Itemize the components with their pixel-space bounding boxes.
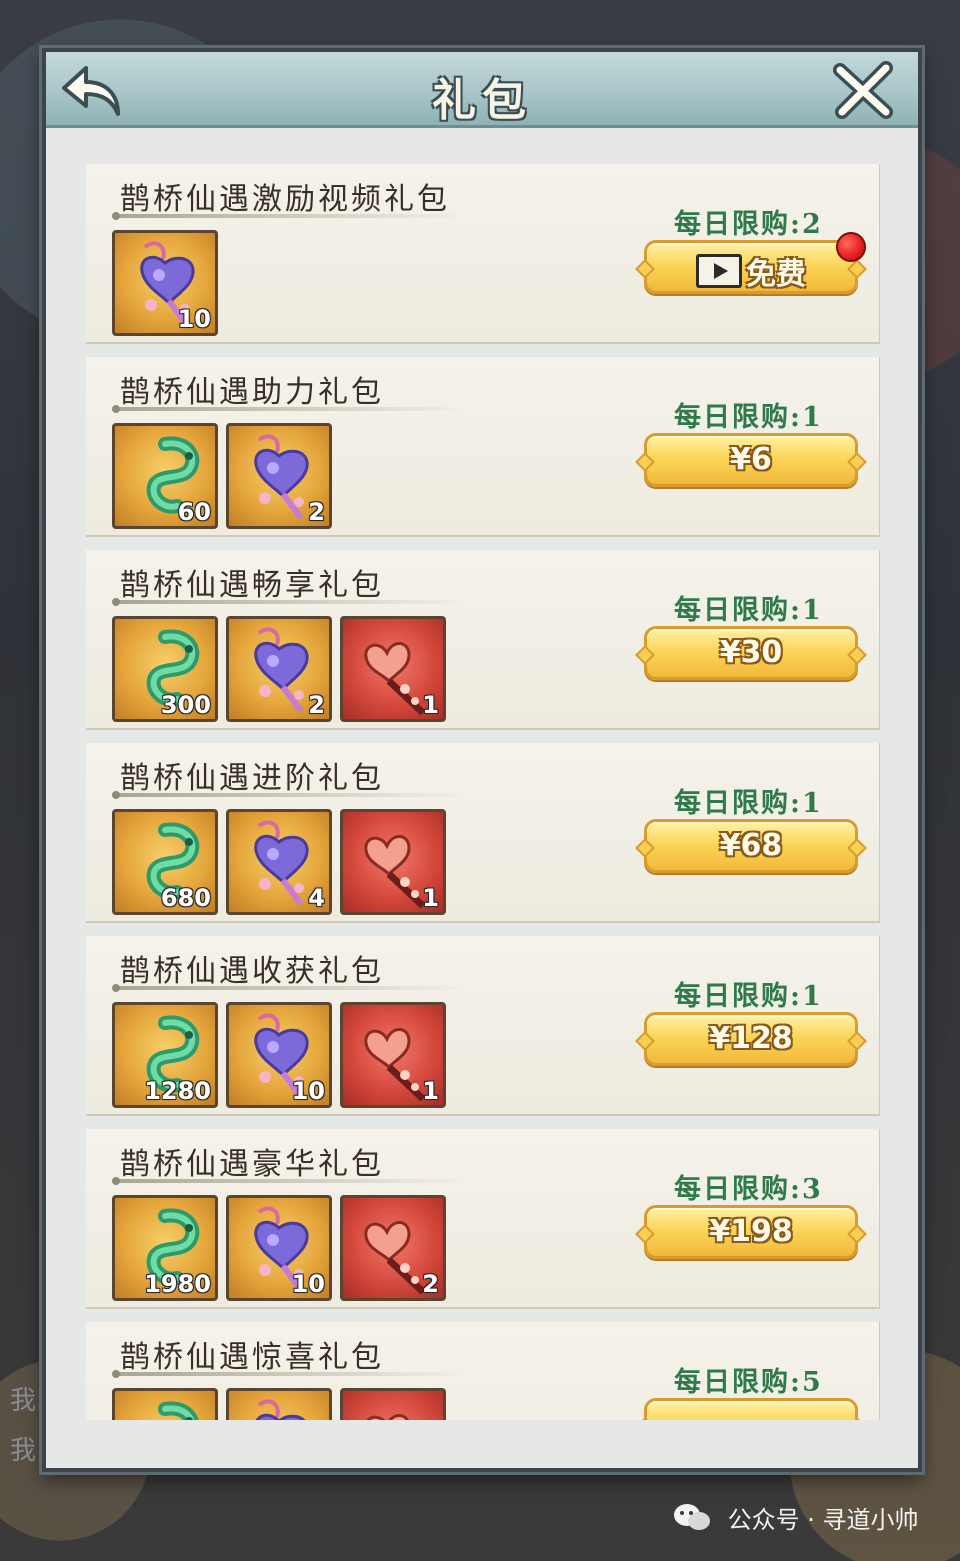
buy-button[interactable]: ¥68 [644, 819, 858, 873]
buy-button[interactable]: ¥30 [644, 626, 858, 680]
reward-item[interactable]: 60 [112, 423, 218, 529]
reward-item[interactable]: 10 [226, 1002, 332, 1108]
panel-header: 礼包 [46, 52, 918, 128]
reward-item[interactable]: 1 [340, 1002, 446, 1108]
free-claim-button[interactable]: 免费 [644, 240, 858, 294]
buy-button[interactable]: ¥128 [644, 1012, 858, 1066]
gift-pack-name: 鹊桥仙遇畅享礼包 [120, 568, 384, 603]
price-label: ¥128 [709, 1021, 793, 1056]
daily-limit: 每日限购:5 [674, 1367, 823, 1398]
gift-pack-card: 鹊桥仙遇收获礼包 1280 10 1 每日限购:1 ¥128 [86, 936, 880, 1114]
wechat-icon [674, 1503, 710, 1530]
reward-item[interactable]: 2 [226, 616, 332, 722]
daily-limit: 每日限购:1 [674, 981, 823, 1012]
gift-pack-card: 鹊桥仙遇豪华礼包 1980 10 2 每日限购:3 ¥198 [86, 1129, 880, 1307]
title-underline [112, 1370, 466, 1378]
reward-item[interactable]: 680 [112, 809, 218, 915]
daily-limit: 每日限购:1 [674, 788, 823, 819]
reward-count: 300 [160, 691, 211, 719]
gift-pack-card: 鹊桥仙遇惊喜礼包每日限购:5 [86, 1322, 880, 1420]
gift-pack-name: 鹊桥仙遇惊喜礼包 [120, 1340, 384, 1375]
reward-item[interactable]: 1 [340, 616, 446, 722]
reward-count: 2 [308, 498, 325, 526]
buy-button[interactable]: ¥6 [644, 433, 858, 487]
gift-pack-card: 鹊桥仙遇助力礼包 60 2 每日限购:1 ¥6 [86, 357, 880, 535]
free-label: 免费 [746, 257, 806, 292]
background-char: 我 [10, 1436, 37, 1466]
reward-count: 1 [422, 691, 439, 719]
reward-item[interactable] [340, 1388, 446, 1420]
buy-button[interactable] [644, 1398, 858, 1420]
reward-item[interactable]: 1980 [112, 1195, 218, 1301]
gift-pack-panel: 礼包 鹊桥仙遇激励视频礼包 10 每日限购:2 免费鹊桥仙遇助力礼包 60 2 每日限购:1… [42, 48, 922, 1472]
free-button-content: 免费 [647, 249, 855, 293]
gift-pack-card: 鹊桥仙遇畅享礼包 300 2 1 每日限购:1 ¥30 [86, 550, 880, 728]
gift-pack-name: 鹊桥仙遇豪华礼包 [120, 1147, 384, 1182]
reward-count: 10 [177, 305, 211, 333]
page-title: 礼包 [432, 75, 532, 126]
reward-count: 60 [177, 498, 211, 526]
gift-pack-list[interactable]: 鹊桥仙遇激励视频礼包 10 每日限购:2 免费 鹊桥仙遇助力礼包 60 2 每日限购:1 ¥6 鹊… [86, 164, 880, 1420]
buy-button[interactable]: ¥198 [644, 1205, 858, 1259]
reward-count: 1 [422, 884, 439, 912]
reward-count: 4 [308, 884, 325, 912]
daily-limit: 每日限购:1 [674, 595, 823, 626]
gift-pack-card: 鹊桥仙遇激励视频礼包 10 每日限购:2 免费 [86, 164, 880, 342]
title-underline [112, 212, 466, 220]
reward-count: 2 [422, 1270, 439, 1298]
reward-count: 1 [422, 1077, 439, 1105]
daily-limit: 每日限购:3 [674, 1174, 823, 1205]
reward-item[interactable] [226, 1388, 332, 1420]
daily-limit: 每日限购:2 [674, 209, 823, 240]
gift-pack-name: 鹊桥仙遇收获礼包 [120, 954, 384, 989]
heart-blossom-staff-icon [366, 1414, 409, 1420]
gift-pack-name: 鹊桥仙遇助力礼包 [120, 375, 384, 410]
close-button[interactable] [828, 60, 898, 122]
jade-dragon-icon [158, 1401, 199, 1420]
reward-count: 1980 [144, 1270, 211, 1298]
price-label: ¥198 [709, 1214, 793, 1249]
price-label: ¥6 [730, 442, 772, 477]
reward-count: 680 [160, 884, 211, 912]
reward-count: 1280 [144, 1077, 211, 1105]
reward-count: 10 [291, 1270, 325, 1298]
reward-count: 2 [308, 691, 325, 719]
title-underline [112, 1177, 466, 1185]
reward-item[interactable]: 1280 [112, 1002, 218, 1108]
background-char: 我 [10, 1386, 37, 1416]
notification-dot-icon [836, 232, 866, 262]
watermark-text: 公众号 · 寻道小帅 [727, 1506, 919, 1534]
reward-count: 10 [291, 1077, 325, 1105]
gift-pack-name: 鹊桥仙遇激励视频礼包 [120, 182, 450, 217]
daily-limit: 每日限购:1 [674, 402, 823, 433]
title-underline [112, 405, 466, 413]
gift-pack-name: 鹊桥仙遇进阶礼包 [120, 761, 384, 796]
gift-pack-card: 鹊桥仙遇进阶礼包 680 4 1 每日限购:1 ¥68 [86, 743, 880, 921]
title-underline [112, 791, 466, 799]
watermark: 公众号 · 寻道小帅 [672, 1500, 919, 1544]
reward-item[interactable]: 4 [226, 809, 332, 915]
reward-item[interactable]: 300 [112, 616, 218, 722]
reward-item[interactable]: 2 [340, 1195, 446, 1301]
price-label: ¥68 [719, 828, 783, 863]
title-underline [112, 984, 466, 992]
purple-heart-charm-icon [255, 1399, 306, 1420]
reward-item[interactable]: 10 [112, 230, 218, 336]
background-side-text: 我 我 [10, 1376, 40, 1476]
close-x-icon [833, 61, 893, 119]
reward-item[interactable]: 1 [340, 809, 446, 915]
video-ad-icon [696, 254, 742, 288]
price-label: ¥30 [719, 635, 783, 670]
reward-item[interactable]: 2 [226, 423, 332, 529]
title-underline [112, 598, 466, 606]
reward-item[interactable]: 10 [226, 1195, 332, 1301]
reward-item[interactable] [112, 1388, 218, 1420]
